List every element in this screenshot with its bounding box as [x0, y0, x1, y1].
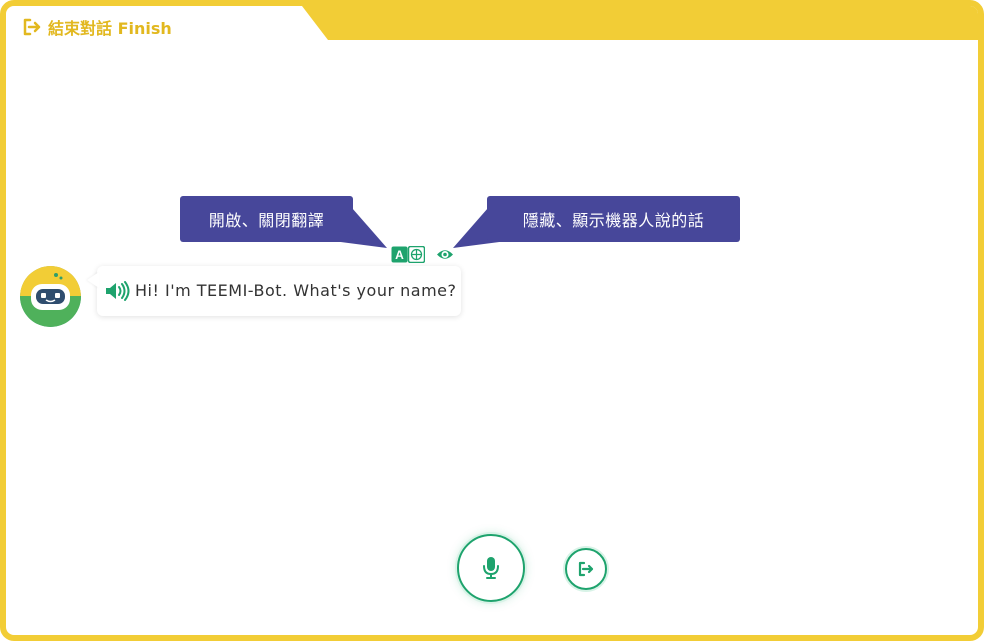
speaker-icon[interactable] [105, 281, 131, 301]
bot-message-text: Hi! I'm TEEMI-Bot. What's your name? [135, 281, 457, 300]
bot-message-bubble: Hi! I'm TEEMI-Bot. What's your name? [97, 266, 461, 316]
eye-icon[interactable] [436, 246, 454, 263]
microphone-icon [483, 557, 499, 579]
microphone-button[interactable] [457, 534, 525, 602]
translate-tooltip: 開啟、關閉翻譯 [180, 196, 353, 242]
bot-avatar [20, 266, 81, 327]
visibility-tooltip-text: 隱藏、顯示機器人說的話 [522, 211, 705, 230]
finish-button[interactable]: 結束對話 Finish [22, 15, 172, 39]
translate-icon[interactable]: A [391, 246, 425, 263]
finish-label: 結束對話 Finish [48, 19, 172, 38]
exit-icon [578, 561, 594, 577]
exit-button[interactable] [565, 548, 607, 590]
visibility-tooltip: 隱藏、顯示機器人說的話 [487, 196, 740, 242]
svg-text:A: A [395, 248, 404, 262]
exit-icon [23, 18, 41, 36]
translate-tooltip-text: 開啟、關閉翻譯 [208, 211, 325, 230]
